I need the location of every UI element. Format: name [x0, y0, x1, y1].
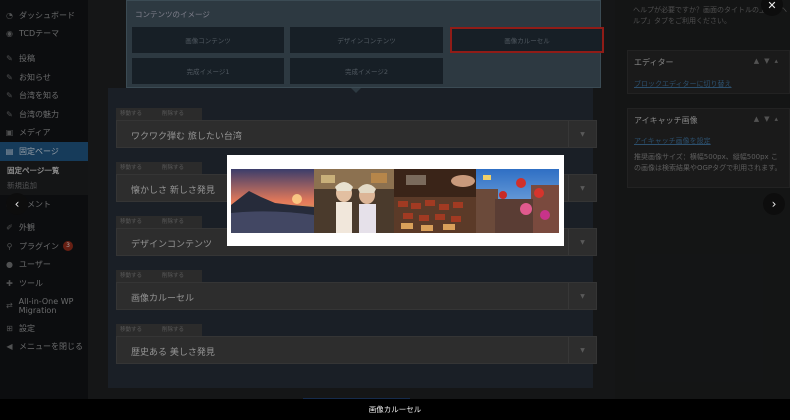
chevron-right-icon[interactable]: ›: [763, 193, 785, 215]
chevron-left-icon[interactable]: ‹: [6, 193, 28, 215]
carousel-preview-image: [231, 169, 559, 233]
caption-bar: 画像カルーセル: [0, 399, 790, 420]
lightbox-caption: 画像カルーセル: [368, 405, 422, 414]
lightbox: [227, 155, 564, 246]
